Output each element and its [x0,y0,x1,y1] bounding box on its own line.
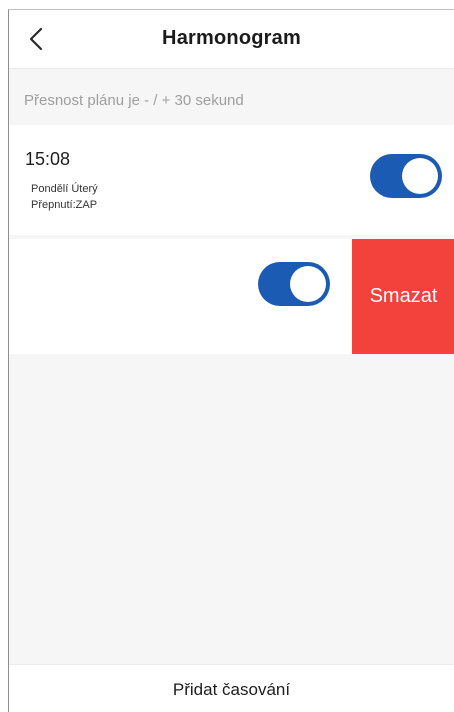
header-bar: Harmonogram [9,10,454,69]
schedule-enable-toggle[interactable] [370,154,442,198]
add-timer-button[interactable]: Přidat časování [9,680,454,700]
delete-button[interactable]: Smazat [352,239,454,354]
schedule-switch-state: Přepnutí:ZAP [31,199,98,211]
schedule-item[interactable]: 15:08 Pondělí Úterý Přepnutí:ZAP [9,125,454,235]
toggle-knob [402,158,438,194]
page-title: Harmonogram [162,27,301,49]
schedule-enable-toggle[interactable] [258,262,330,306]
toggle-knob [290,266,326,302]
schedule-time: 15:08 [25,149,71,169]
schedule-days: Pondělí Úterý [31,183,98,195]
footer-bar: Přidat časování [9,664,454,712]
schedule-item-swiped[interactable]: Smazat [9,239,454,354]
accuracy-note: Přesnost plánu je - / + 30 sekund [24,92,244,109]
app-window: Harmonogram Přesnost plánu je - / + 30 s… [8,9,454,712]
